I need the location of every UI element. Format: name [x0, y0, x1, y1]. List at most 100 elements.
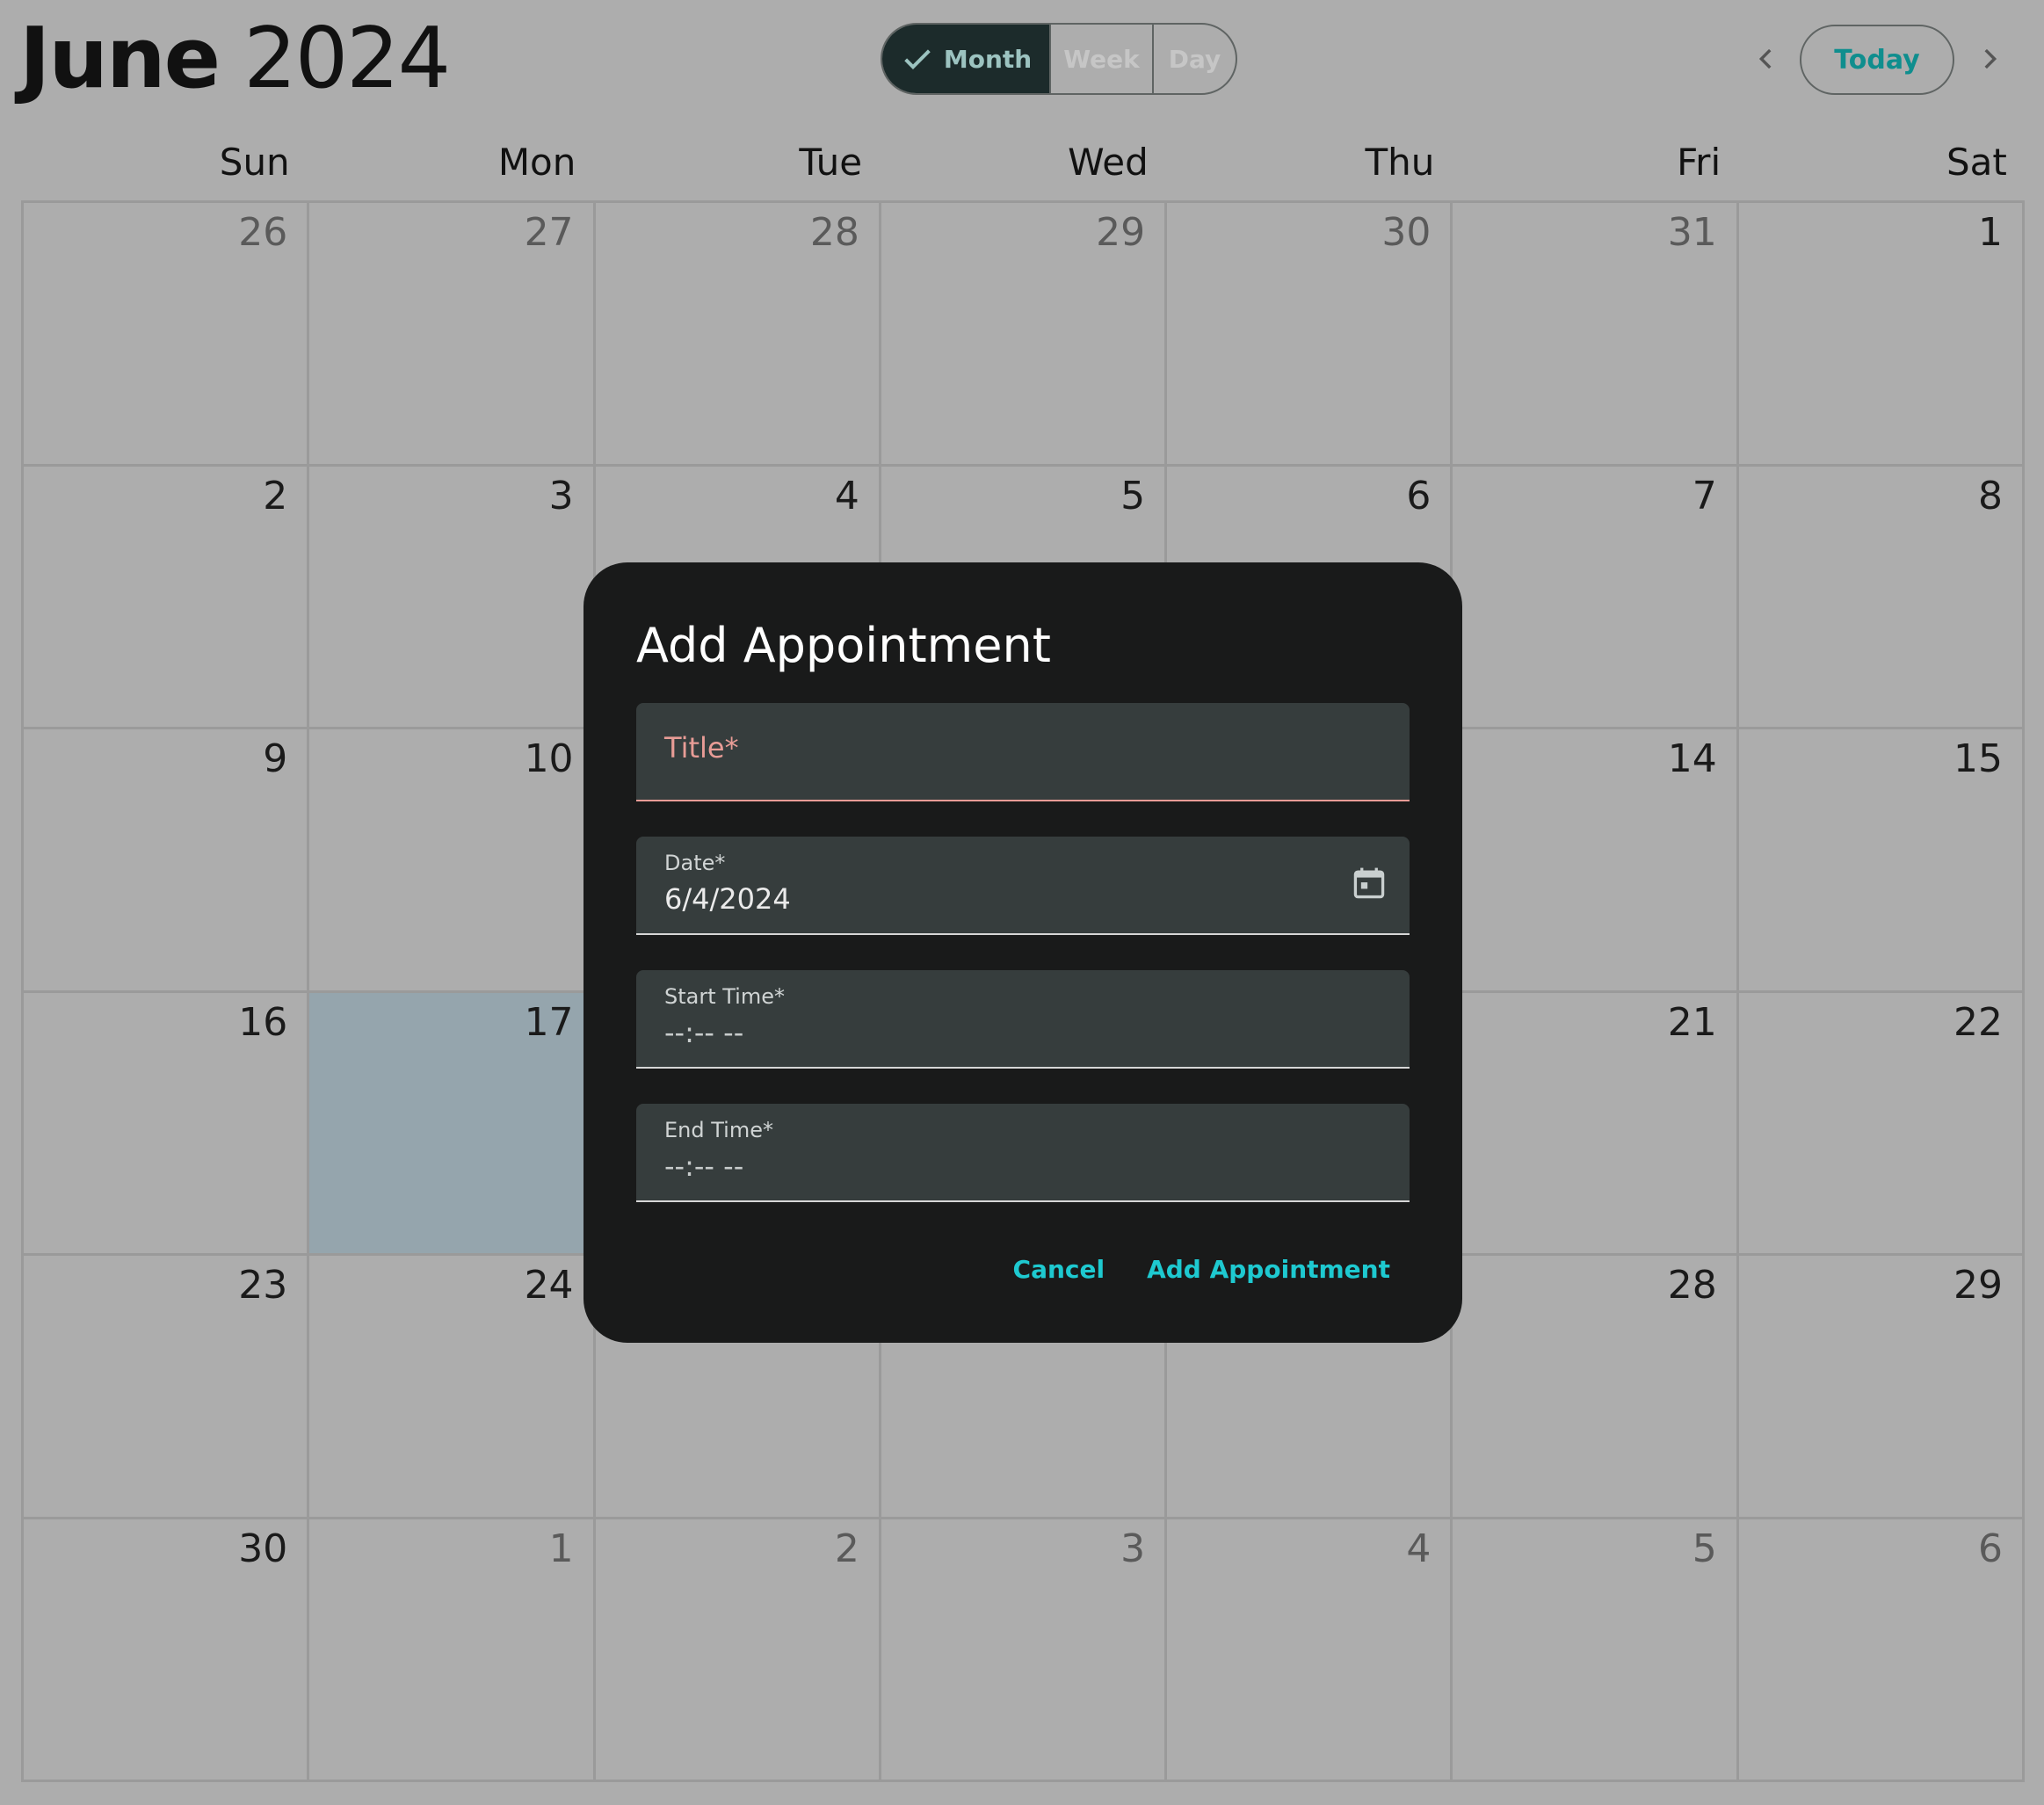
day-cell[interactable]: 3 — [309, 466, 596, 729]
day-cell[interactable]: 28 — [595, 203, 881, 467]
day-number: 5 — [1692, 1526, 1717, 1571]
day-number: 3 — [1120, 1526, 1146, 1571]
day-number: 1 — [548, 1526, 574, 1571]
weekday-sat: Sat — [1946, 141, 2007, 184]
day-cell[interactable]: 30 — [24, 1519, 310, 1782]
day-cell[interactable]: 7 — [1453, 466, 1739, 729]
dialog-title: Add Appointment — [636, 618, 1051, 673]
start-time-value: --:-- -- — [664, 1016, 744, 1049]
day-cell[interactable]: 8 — [1738, 466, 2025, 729]
add-appointment-button[interactable]: Add Appointment — [1147, 1255, 1390, 1284]
day-number: 9 — [263, 736, 288, 781]
day-cell[interactable]: 17 — [309, 992, 596, 1256]
weekday-tue: Tue — [799, 141, 863, 184]
chevron-right-icon — [1984, 48, 1997, 69]
dialog-actions: Cancel Add Appointment — [1013, 1255, 1390, 1284]
start-time-label: Start Time* — [664, 984, 785, 1009]
day-number: 15 — [1953, 736, 2003, 781]
day-number: 30 — [238, 1526, 288, 1571]
day-number: 8 — [1977, 473, 2003, 518]
day-cell[interactable]: 29 — [881, 203, 1168, 467]
month-year-title: June 2024 — [19, 9, 451, 110]
day-number: 30 — [1381, 210, 1432, 255]
day-number: 29 — [1096, 210, 1146, 255]
day-cell[interactable]: 30 — [1167, 203, 1453, 467]
view-week-label: Week — [1063, 44, 1140, 74]
day-number: 14 — [1667, 736, 1717, 781]
start-time-field[interactable]: Start Time* --:-- -- — [636, 970, 1410, 1069]
day-number: 28 — [1667, 1263, 1717, 1308]
check-icon — [904, 49, 931, 69]
end-time-label: End Time* — [664, 1118, 773, 1142]
day-cell[interactable]: 3 — [881, 1519, 1168, 1782]
day-cell[interactable]: 9 — [24, 729, 310, 993]
next-month-button[interactable] — [1972, 39, 2007, 79]
add-appointment-dialog: Add Appointment Title* Date* 6/4/2024 St… — [583, 562, 1462, 1343]
day-cell[interactable]: 14 — [1453, 729, 1739, 993]
day-number: 6 — [1406, 473, 1432, 518]
day-number: 28 — [809, 210, 859, 255]
previous-month-button[interactable] — [1749, 39, 1784, 79]
date-field[interactable]: Date* 6/4/2024 — [636, 837, 1410, 935]
day-cell[interactable]: 16 — [24, 992, 310, 1256]
day-number: 2 — [263, 473, 288, 518]
day-number: 10 — [524, 736, 574, 781]
day-cell[interactable]: 28 — [1453, 1256, 1739, 1519]
day-cell[interactable]: 26 — [24, 203, 310, 467]
end-time-value: --:-- -- — [664, 1149, 744, 1183]
day-cell[interactable]: 10 — [309, 729, 596, 993]
day-number: 29 — [1953, 1263, 2003, 1308]
day-number: 5 — [1120, 473, 1146, 518]
view-month-button[interactable]: Month — [882, 25, 1050, 93]
weekday-header-row: Sun Mon Tue Wed Thu Fri Sat — [21, 132, 2025, 193]
weekday-thu: Thu — [1365, 141, 1435, 184]
day-cell[interactable]: 6 — [1738, 1519, 2025, 1782]
day-number: 24 — [524, 1263, 574, 1308]
day-number: 7 — [1692, 473, 1717, 518]
day-number: 31 — [1667, 210, 1717, 255]
calendar-icon[interactable] — [1350, 863, 1388, 903]
day-cell[interactable]: 4 — [1167, 1519, 1453, 1782]
day-number: 1 — [1977, 210, 2003, 255]
chevron-left-icon — [1758, 48, 1772, 69]
day-cell[interactable]: 23 — [24, 1256, 310, 1519]
weekday-wed: Wed — [1068, 141, 1149, 184]
day-cell[interactable]: 1 — [1738, 203, 2025, 467]
day-cell[interactable]: 21 — [1453, 992, 1739, 1256]
day-cell[interactable]: 2 — [24, 466, 310, 729]
today-button[interactable]: Today — [1800, 25, 1954, 95]
day-number: 23 — [238, 1263, 288, 1308]
day-cell[interactable]: 2 — [595, 1519, 881, 1782]
day-cell[interactable]: 24 — [309, 1256, 596, 1519]
date-field-value: 6/4/2024 — [664, 882, 791, 916]
date-field-label: Date* — [664, 851, 726, 875]
weekday-fri: Fri — [1677, 141, 1721, 184]
day-cell[interactable]: 27 — [309, 203, 596, 467]
day-number: 16 — [238, 999, 288, 1045]
title-field[interactable]: Title* — [636, 703, 1410, 801]
day-cell[interactable]: 5 — [1453, 1519, 1739, 1782]
end-time-field[interactable]: End Time* --:-- -- — [636, 1104, 1410, 1202]
day-number: 3 — [548, 473, 574, 518]
view-day-label: Day — [1168, 44, 1221, 74]
view-month-label: Month — [943, 44, 1033, 74]
day-number: 26 — [238, 210, 288, 255]
title-field-label: Title* — [664, 731, 739, 765]
view-week-button[interactable]: Week — [1049, 25, 1152, 93]
view-switcher: Month Week Day — [881, 23, 1237, 95]
day-number: 27 — [524, 210, 574, 255]
day-number: 21 — [1667, 999, 1717, 1045]
day-number: 4 — [1406, 1526, 1432, 1571]
weekday-mon: Mon — [497, 141, 576, 184]
view-day-button[interactable]: Day — [1151, 25, 1236, 93]
day-cell[interactable]: 29 — [1738, 1256, 2025, 1519]
cancel-button[interactable]: Cancel — [1013, 1255, 1105, 1284]
day-number: 6 — [1977, 1526, 2003, 1571]
weekday-sun: Sun — [219, 141, 290, 184]
day-cell[interactable]: 31 — [1453, 203, 1739, 467]
day-cell[interactable]: 15 — [1738, 729, 2025, 993]
month-label: June — [19, 11, 221, 107]
day-cell[interactable]: 22 — [1738, 992, 2025, 1256]
day-number: 22 — [1953, 999, 2003, 1045]
day-cell[interactable]: 1 — [309, 1519, 596, 1782]
